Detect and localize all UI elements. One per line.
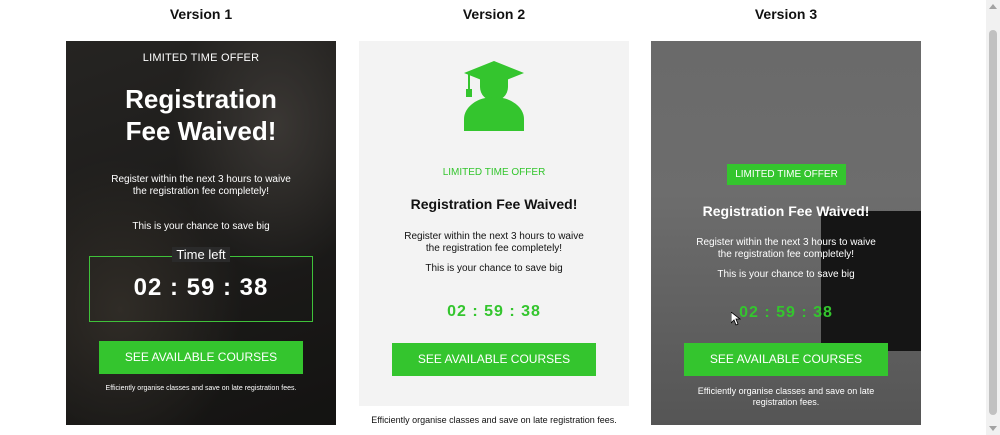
see-available-courses-button[interactable]: SEE AVAILABLE COURSES: [99, 341, 303, 374]
body-line-1: Register within the next 3 hours to waiv…: [696, 237, 876, 248]
version-2-footer: Efficiently organise classes and save on…: [371, 415, 617, 425]
body-line-1: Register within the next 3 hours to waiv…: [404, 231, 584, 242]
time-left-text: Time left: [172, 247, 230, 262]
offer-headline: Registration Fee Waived!: [66, 83, 336, 147]
footer-line-2: registration fees.: [752, 397, 820, 407]
background-photo: [821, 211, 921, 351]
version-3-card: LIMITED TIME OFFER Registration Fee Waiv…: [651, 41, 921, 425]
mouse-pointer-icon: [731, 312, 741, 326]
page-scrollbar[interactable]: [986, 0, 1000, 435]
countdown-timer: 02 : 59 : 38: [739, 304, 833, 321]
offer-chance-text: This is your chance to save big: [425, 263, 563, 274]
countdown-timer: 02 : 59 : 38: [133, 274, 269, 301]
version-1-title: Version 1: [169, 6, 233, 22]
offer-chance-text: This is your chance to save big: [132, 221, 270, 232]
body-line-2: the registration fee completely!: [132, 186, 270, 197]
headline-line-1: Registration: [125, 84, 277, 114]
offer-chance-text: This is your chance to save big: [717, 269, 855, 280]
footer-line-1: Efficiently organise classes and save on…: [697, 386, 875, 396]
offer-footer: Efficiently organise classes and save on…: [105, 385, 297, 392]
offer-body: Register within the next 3 hours to waiv…: [94, 174, 308, 198]
page: Version 1 Version 2 Version 3 LIMITED TI…: [0, 0, 1000, 435]
graduate-icon: [464, 61, 524, 131]
see-available-courses-button[interactable]: SEE AVAILABLE COURSES: [392, 343, 596, 376]
offer-eyebrow: LIMITED TIME OFFER: [442, 167, 546, 178]
version-2-title: Version 2: [462, 6, 526, 22]
offer-eyebrow-badge: LIMITED TIME OFFER: [727, 164, 846, 185]
scroll-thumb[interactable]: [989, 30, 997, 415]
countdown-timer: 02 : 59 : 38: [447, 303, 541, 320]
offer-footer: Efficiently organise classes and save on…: [681, 386, 891, 408]
body-line-2: the registration fee completely!: [425, 243, 563, 254]
body-line-1: Register within the next 3 hours to waiv…: [111, 174, 291, 185]
time-left-label: Time left: [166, 247, 236, 262]
version-1-card: LIMITED TIME OFFER Registration Fee Waiv…: [66, 41, 336, 425]
offer-body: Register within the next 3 hours to waiv…: [394, 231, 594, 255]
offer-headline: Registration Fee Waived!: [410, 196, 578, 212]
headline-line-2: Fee Waived!: [125, 116, 277, 146]
body-line-2: the registration fee completely!: [717, 249, 855, 260]
offer-body: Register within the next 3 hours to waiv…: [686, 237, 886, 261]
see-available-courses-button[interactable]: SEE AVAILABLE COURSES: [684, 343, 888, 376]
offer-eyebrow: LIMITED TIME OFFER: [142, 52, 260, 64]
version-3-title: Version 3: [754, 6, 818, 22]
scroll-up-arrow-icon[interactable]: [989, 4, 997, 9]
scroll-down-arrow-icon[interactable]: [989, 426, 997, 431]
version-2-card: LIMITED TIME OFFER Registration Fee Waiv…: [359, 41, 629, 406]
offer-headline: Registration Fee Waived!: [702, 203, 870, 219]
